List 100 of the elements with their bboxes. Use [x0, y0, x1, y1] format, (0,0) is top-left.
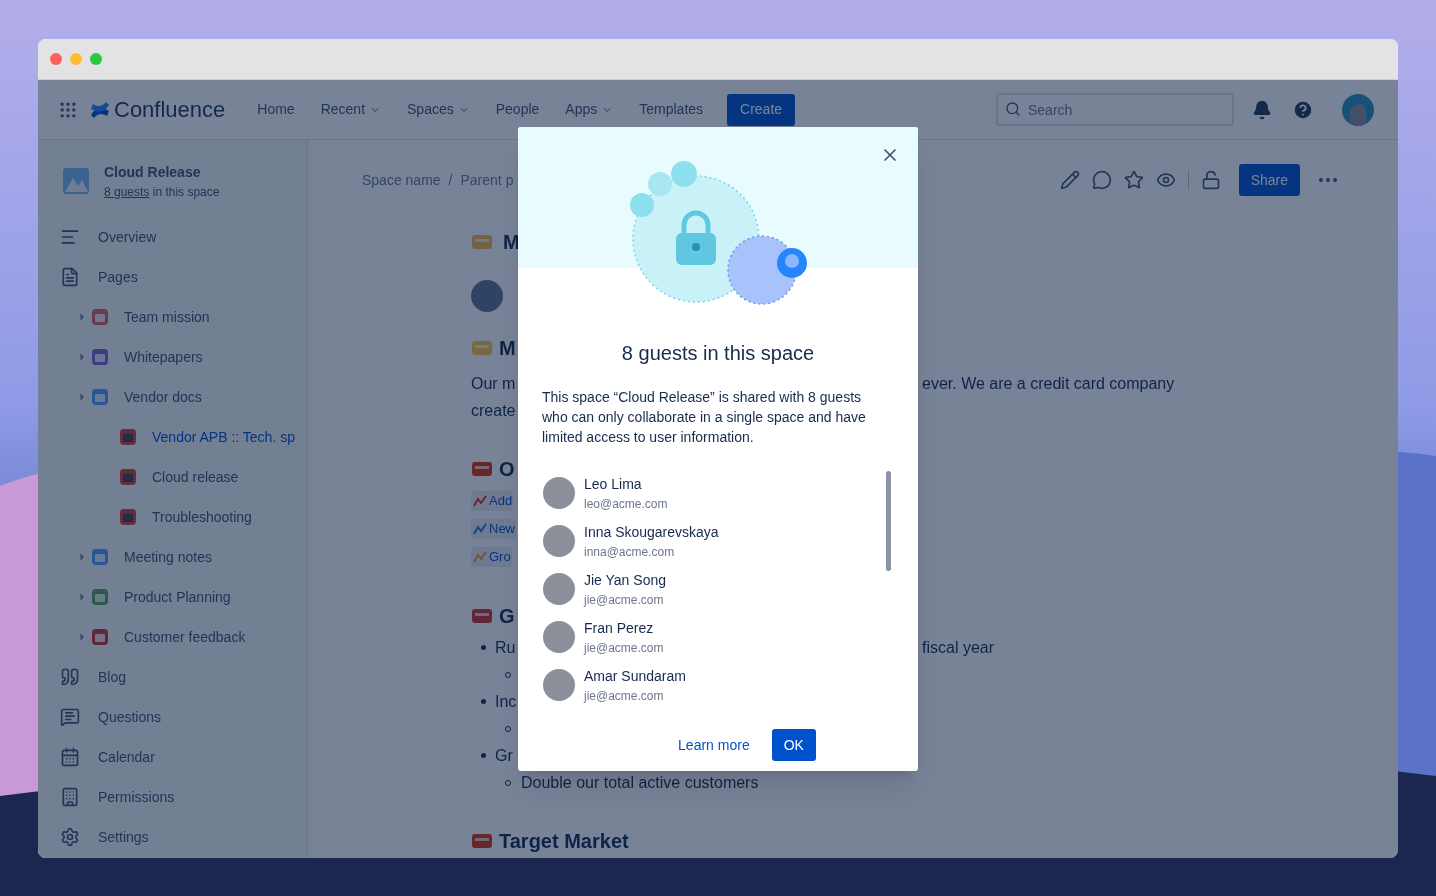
avatar [471, 280, 503, 312]
guest-email: leo@acme.com [584, 497, 668, 511]
section-heading: G [499, 604, 515, 629]
page-tree-item[interactable]: Customer feedback [124, 626, 246, 648]
quote-icon [60, 667, 80, 687]
nav-menu-item[interactable]: Apps [555, 93, 624, 126]
breadcrumb-separator: / [448, 170, 453, 190]
bullet-icon [481, 699, 486, 704]
page-tree-item[interactable]: Whitepapers [124, 346, 203, 368]
page-icon [120, 509, 136, 525]
page-tree-item[interactable]: Cloud release [152, 466, 239, 488]
page-tree-item[interactable]: Product Planning [124, 586, 231, 608]
share-button[interactable]: Share [1238, 164, 1300, 196]
page-icon [92, 629, 108, 645]
list-item-text: Gr [495, 745, 513, 766]
learn-more-link[interactable]: Learn more [678, 734, 750, 756]
list-item-text: Double our total active customers [521, 772, 759, 793]
sidebar-item[interactable]: Pages [98, 266, 138, 288]
zoom-window-icon[interactable] [90, 53, 102, 65]
avatar [543, 573, 575, 605]
bullet-icon [481, 753, 486, 758]
paragraph-text: create [471, 401, 516, 419]
page-tree-item[interactable]: Vendor docs [124, 386, 202, 408]
paragraph-text: Our m [471, 374, 516, 392]
edit-icon[interactable] [1059, 170, 1080, 190]
search-field[interactable]: Search [996, 93, 1234, 126]
guest-name: Fran Perez [584, 619, 655, 637]
list-item-text: Ru [495, 637, 516, 658]
minimize-window-icon[interactable] [70, 53, 82, 65]
sidebar-item[interactable]: Permissions [98, 786, 175, 808]
smart-link[interactable]: Gro [471, 547, 512, 567]
smart-link[interactable]: Add [471, 491, 514, 511]
close-window-icon[interactable] [50, 53, 62, 65]
chat-icon [60, 707, 80, 727]
ok-button[interactable]: OK [771, 729, 816, 761]
page-icon [92, 309, 108, 325]
page-tree-item[interactable]: Vendor APB :: Tech. sp [152, 426, 295, 448]
nav-menu-item[interactable]: Templates [629, 93, 714, 126]
avatar [543, 621, 575, 653]
scrollbar[interactable] [886, 471, 891, 571]
dialog-description: This space “Cloud Release” is shared with 8 guests who can only collaborate in a single space and have limited access to user information. [541, 388, 867, 447]
logo-icon [90, 100, 110, 119]
guest-name: Amar Sundaram [584, 667, 686, 685]
guest-name: Jie Yan Song [584, 571, 666, 589]
bell-icon[interactable] [1252, 99, 1272, 120]
nav-menu-item[interactable]: Home [247, 93, 305, 126]
page-icon [120, 469, 136, 485]
guest-email: inna@acme.com [584, 545, 676, 559]
dialog-title: 8 guests in this space [620, 341, 816, 366]
page-icon [92, 589, 108, 605]
section-heading: O [499, 457, 515, 482]
unlock-icon[interactable] [1200, 170, 1221, 190]
avatar [543, 477, 575, 509]
sidebar-item[interactable]: Settings [98, 826, 149, 848]
breadcrumb-link[interactable]: Space name [362, 169, 441, 191]
page-icon [92, 389, 108, 405]
comment-icon[interactable] [1091, 170, 1112, 190]
sidebar-item[interactable]: Calendar [98, 746, 155, 768]
lines-icon [60, 227, 80, 247]
space-name[interactable]: Cloud Release [104, 161, 220, 183]
guests-link[interactable]: 8 guests [104, 184, 150, 199]
page-tree-item[interactable]: Meeting notes [124, 546, 212, 568]
page-title: M [503, 230, 520, 255]
guest-name: Inna Skougarevskaya [584, 523, 719, 541]
page-icon [92, 349, 108, 365]
guest-email: jie@acme.com [584, 689, 665, 703]
section-heading: M [499, 336, 516, 361]
breadcrumb-link[interactable]: Parent p [460, 169, 514, 191]
guest-email: jie@acme.com [584, 641, 664, 655]
page-icon [120, 429, 136, 445]
nav-menu-item[interactable]: Recent [310, 93, 392, 126]
smart-link[interactable]: New [471, 519, 516, 539]
eye-icon[interactable] [1155, 170, 1176, 190]
bullet-icon [481, 645, 486, 650]
search-icon [1005, 101, 1021, 117]
avatar[interactable] [1342, 93, 1374, 126]
avatar [543, 669, 575, 701]
sidebar-item[interactable]: Blog [98, 666, 127, 688]
paragraph-text: fiscal year [922, 637, 995, 658]
page-tree-item[interactable]: Troubleshooting [152, 506, 252, 528]
calendar-icon [60, 747, 80, 767]
document-icon [60, 267, 80, 287]
space-avatar-icon[interactable] [63, 168, 89, 194]
guests-caption: in this space [152, 184, 220, 199]
create-button[interactable]: Create [727, 93, 796, 126]
product-name[interactable]: Confluence [114, 93, 226, 126]
section-heading: Target Market [499, 829, 629, 854]
settings-icon [60, 827, 80, 847]
avatar [543, 525, 575, 557]
paragraph-text: ever. We are a credit card company [922, 373, 1175, 394]
nav-menu-item[interactable]: People [485, 93, 550, 126]
nav-menu-item[interactable]: Spaces [397, 93, 480, 126]
sidebar-item[interactable]: Questions [98, 706, 162, 728]
page-tree-item[interactable]: Team mission [124, 306, 210, 328]
guest-name: Leo Lima [584, 475, 643, 493]
sidebar-item[interactable]: Overview [98, 226, 157, 248]
page-icon [92, 549, 108, 565]
building-icon [60, 787, 80, 807]
help-icon[interactable] [1292, 98, 1314, 121]
guest-email: jie@acme.com [584, 593, 665, 607]
